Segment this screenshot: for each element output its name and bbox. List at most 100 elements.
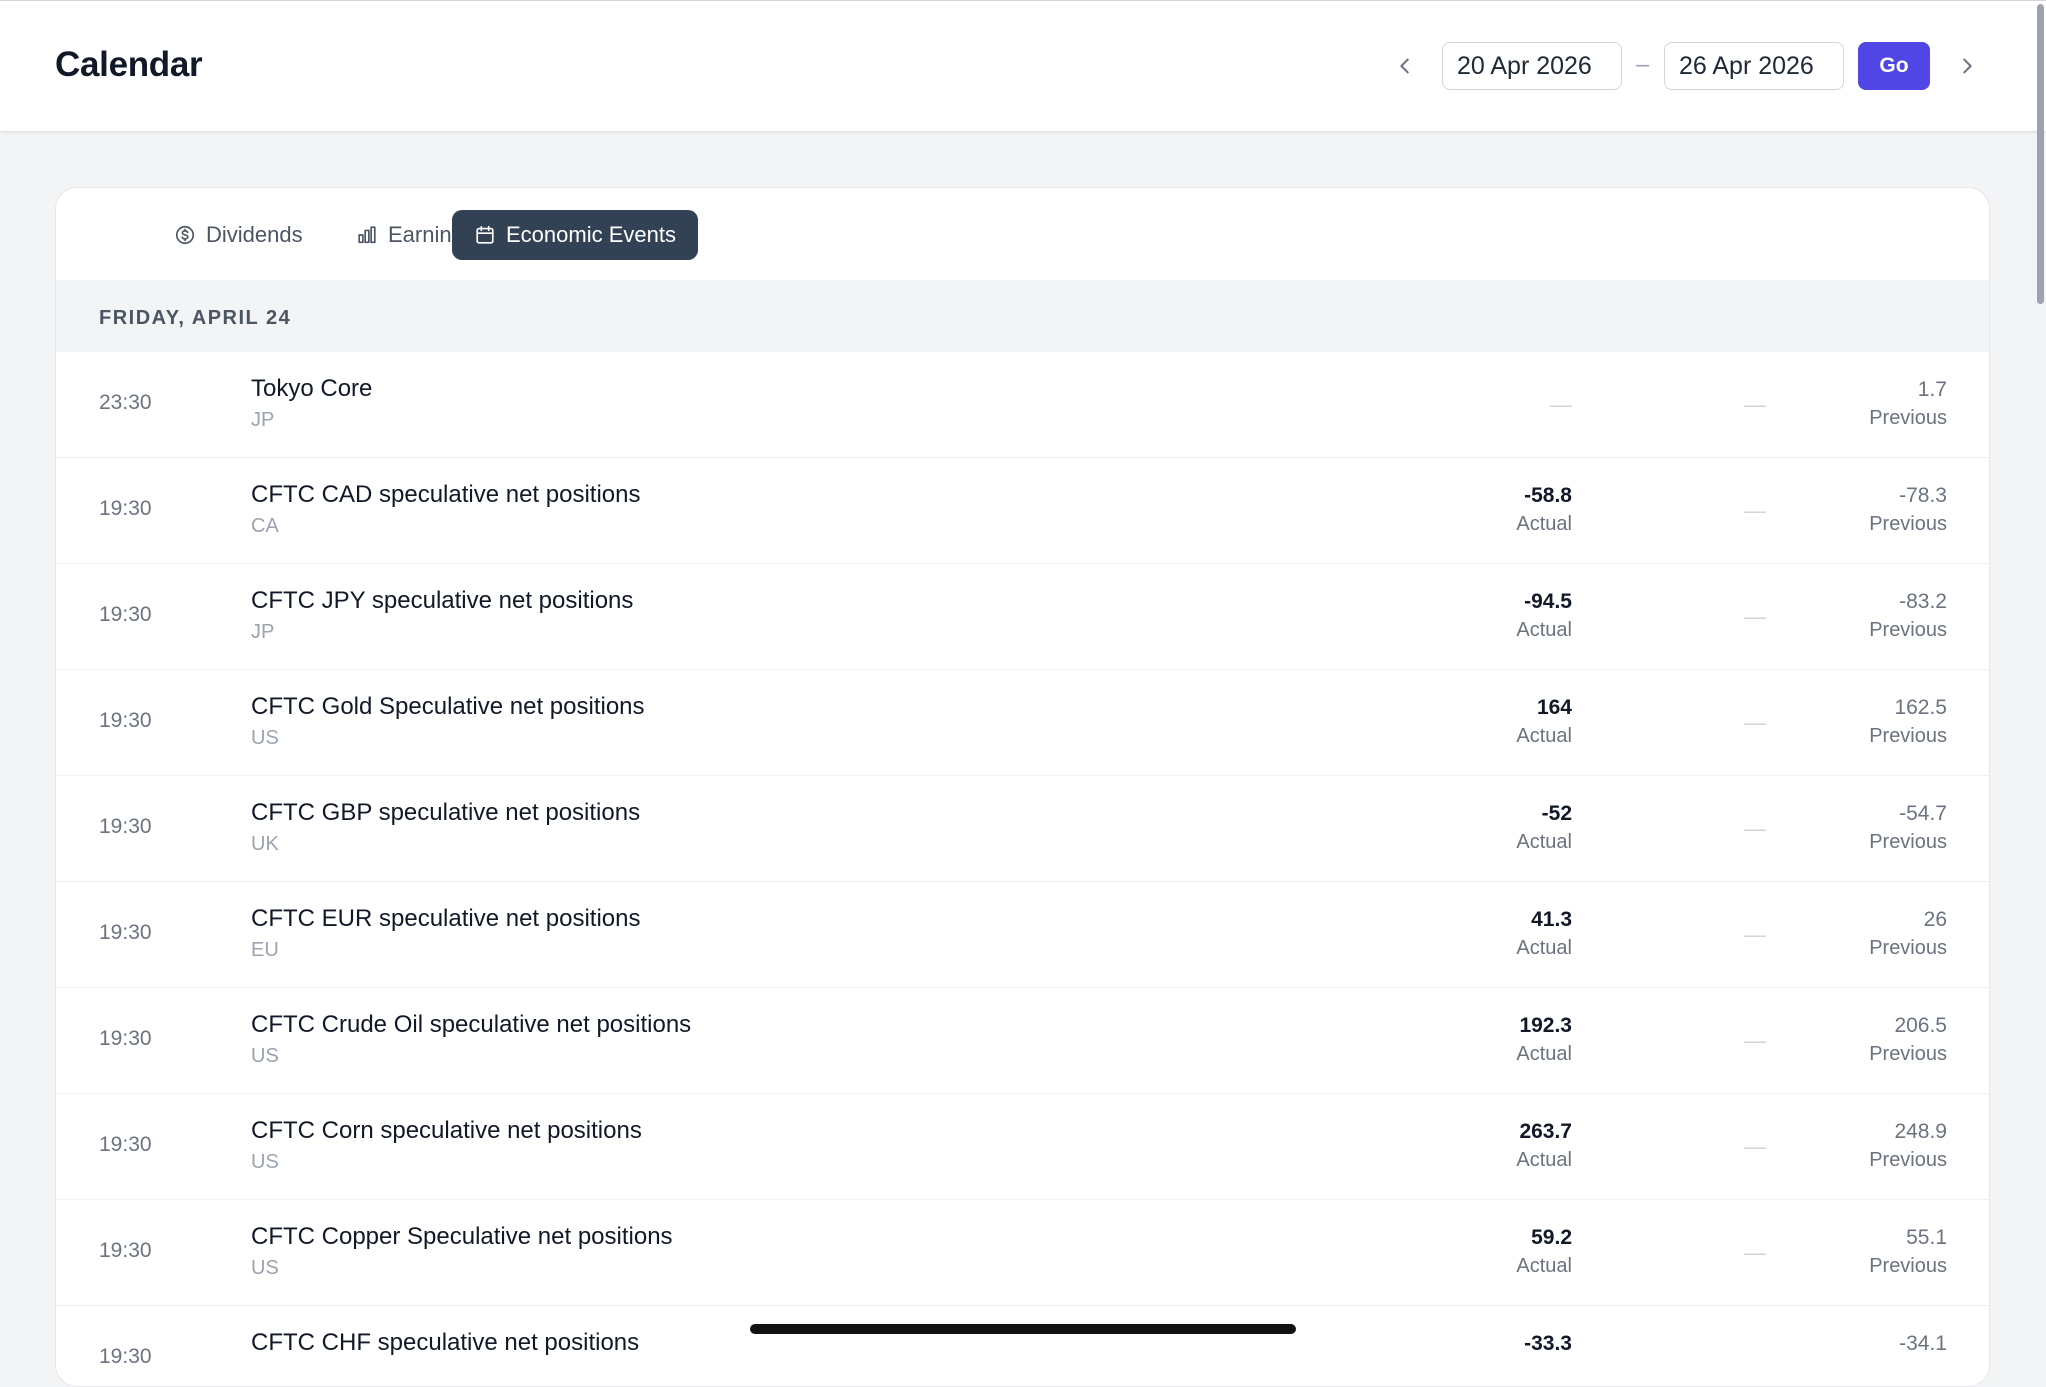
previous-cell: 248.9 Previous: [1869, 1120, 1947, 1172]
event-country: JP: [251, 409, 275, 431]
forecast-value: —: [1744, 498, 1766, 523]
previous-value: -78.3: [1899, 484, 1947, 507]
previous-label: Previous: [1869, 407, 1947, 429]
next-week-button[interactable]: [1950, 49, 1984, 83]
go-button[interactable]: Go: [1858, 42, 1930, 90]
event-name: CFTC Gold Speculative net positions: [251, 693, 645, 720]
previous-cell: 26 Previous: [1869, 908, 1947, 960]
previous-value: 55.1: [1906, 1226, 1947, 1249]
day-label: FRIDAY, APRIL 24: [99, 307, 292, 329]
actual-cell: -33.3: [1524, 1332, 1572, 1356]
actual-value: 263.7: [1519, 1120, 1572, 1143]
actual-label: Actual: [1516, 1255, 1572, 1277]
event-time: 19:30: [99, 709, 152, 732]
previous-cell: -34.1: [1899, 1332, 1947, 1361]
scrollbar-thumb[interactable]: [2037, 4, 2044, 304]
calendar-card: Dividends Earnings Economic Events FRIDA…: [55, 187, 1990, 1387]
bar-chart-icon: [358, 226, 376, 244]
dollar-circle-icon: [175, 225, 195, 245]
forecast-value: —: [1744, 1028, 1766, 1053]
event-name: Tokyo Core: [251, 375, 373, 402]
event-row[interactable]: 19:30 CFTC Crude Oil speculative net pos…: [56, 988, 1989, 1094]
previous-cell: -54.7 Previous: [1869, 802, 1947, 854]
event-country: JP: [251, 621, 275, 643]
actual-value: -33.3: [1524, 1332, 1572, 1355]
event-time: 19:30: [99, 497, 152, 520]
event-country: UK: [251, 833, 279, 855]
event-time: 19:30: [99, 1239, 152, 1262]
forecast-value: —: [1744, 392, 1766, 417]
event-name: CFTC JPY speculative net positions: [251, 587, 634, 614]
event-row[interactable]: 23:30 Tokyo Core JP — — 1.7 Previous: [56, 352, 1989, 458]
event-time: 19:30: [99, 1133, 152, 1156]
event-row[interactable]: 19:30 CFTC JPY speculative net positions…: [56, 564, 1989, 670]
previous-label: Previous: [1869, 1043, 1947, 1065]
actual-cell: -94.5 Actual: [1516, 590, 1572, 642]
previous-label: Previous: [1869, 1149, 1947, 1171]
previous-value: 248.9: [1894, 1120, 1947, 1143]
event-name: CFTC EUR speculative net positions: [251, 905, 641, 932]
actual-value: 41.3: [1531, 908, 1572, 931]
event-time: 19:30: [99, 1027, 152, 1050]
tab-dividends[interactable]: Dividends: [152, 210, 325, 260]
event-row[interactable]: 19:30 CFTC Copper Speculative net positi…: [56, 1200, 1989, 1306]
end-date-input[interactable]: [1664, 42, 1844, 90]
previous-label: Previous: [1869, 937, 1947, 959]
event-row[interactable]: 19:30 CFTC Gold Speculative net position…: [56, 670, 1989, 776]
previous-cell: 206.5 Previous: [1869, 1014, 1947, 1066]
previous-cell: 1.7 Previous: [1869, 378, 1947, 430]
chevron-right-icon: [1963, 58, 1972, 74]
page-title: Calendar: [55, 45, 203, 84]
previous-week-button[interactable]: [1388, 49, 1422, 83]
forecast-value: —: [1744, 604, 1766, 629]
event-country: CA: [251, 515, 279, 537]
event-time: 19:30: [99, 1345, 152, 1368]
previous-value: -34.1: [1899, 1332, 1947, 1355]
previous-label: Previous: [1869, 725, 1947, 747]
previous-label: Previous: [1869, 513, 1947, 535]
event-time: 19:30: [99, 603, 152, 626]
actual-label: Actual: [1516, 619, 1572, 641]
event-name: CFTC CHF speculative net positions: [251, 1329, 640, 1356]
event-row[interactable]: 19:30 CFTC EUR speculative net positions…: [56, 882, 1989, 988]
forecast-value: —: [1744, 1134, 1766, 1159]
previous-value: 26: [1923, 908, 1947, 931]
actual-cell: -52 Actual: [1516, 802, 1572, 854]
event-row[interactable]: 19:30 CFTC CHF speculative net positions…: [56, 1306, 1989, 1386]
previous-value: 162.5: [1894, 696, 1947, 719]
event-time: 19:30: [99, 921, 152, 944]
day-header: FRIDAY, APRIL 24: [56, 280, 1989, 352]
previous-label: Previous: [1869, 1255, 1947, 1277]
event-row[interactable]: 19:30 CFTC CAD speculative net positions…: [56, 458, 1989, 564]
actual-value: -58.8: [1524, 484, 1572, 507]
actual-value: 192.3: [1519, 1014, 1572, 1037]
actual-cell: 164 Actual: [1516, 696, 1572, 748]
event-time: 23:30: [99, 391, 152, 414]
event-country: US: [251, 1045, 279, 1067]
tab-economic-events[interactable]: Economic Events: [452, 210, 698, 260]
tab-economic-events-label: Economic Events: [506, 222, 676, 247]
actual-value: -94.5: [1524, 590, 1572, 613]
tab-dividends-label: Dividends: [206, 222, 303, 247]
forecast-value: —: [1744, 1240, 1766, 1265]
event-row[interactable]: 19:30 CFTC Corn speculative net position…: [56, 1094, 1989, 1200]
actual-cell: -58.8 Actual: [1516, 484, 1572, 536]
previous-cell: 162.5 Previous: [1869, 696, 1947, 748]
actual-cell: —: [1550, 378, 1572, 418]
actual-label: Actual: [1516, 1043, 1572, 1065]
tab-bar: Dividends Earnings Economic Events: [56, 188, 1989, 280]
event-name: CFTC Crude Oil speculative net positions: [251, 1011, 692, 1038]
event-country: EU: [251, 939, 279, 961]
previous-value: 1.7: [1917, 378, 1947, 401]
scrollbar[interactable]: [2034, 0, 2046, 1346]
actual-cell: 41.3 Actual: [1516, 908, 1572, 960]
previous-label: Previous: [1869, 619, 1947, 641]
previous-value: 206.5: [1894, 1014, 1947, 1037]
actual-cell: 59.2 Actual: [1516, 1226, 1572, 1278]
previous-cell: 55.1 Previous: [1869, 1226, 1947, 1278]
event-name: CFTC Copper Speculative net positions: [251, 1223, 673, 1250]
start-date-input[interactable]: [1442, 42, 1622, 90]
event-row[interactable]: 19:30 CFTC GBP speculative net positions…: [56, 776, 1989, 882]
forecast-value: —: [1744, 710, 1766, 735]
actual-cell: 192.3 Actual: [1516, 1014, 1572, 1066]
